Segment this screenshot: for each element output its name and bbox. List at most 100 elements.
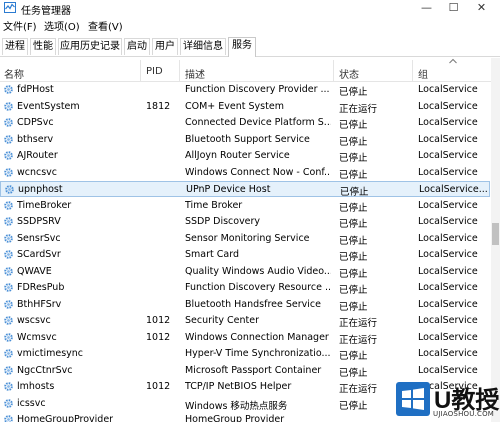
service-group: LocalService <box>418 315 478 326</box>
service-name: AJRouter <box>17 150 58 161</box>
service-name: HomeGroupProvider <box>17 414 114 422</box>
service-group: LocalService <box>418 84 478 95</box>
menu-bar: 文件(F) 选项(O) 查看(V) <box>0 17 500 33</box>
service-gear-icon <box>3 348 14 359</box>
service-gear-icon <box>3 84 14 95</box>
service-gear-icon <box>3 299 14 310</box>
service-name: SensrSvc <box>17 232 61 244</box>
service-status: 正在运行 <box>339 334 378 346</box>
tab-app-history[interactable]: 应用历史记录 <box>58 38 122 55</box>
service-name: Wcmsvc <box>17 331 57 343</box>
service-group: LocalService <box>418 166 478 178</box>
minimize-button[interactable]: — <box>413 0 440 16</box>
service-row[interactable]: NgcCtnrSvc Microsoft Passport Container 已停… <box>0 363 490 379</box>
column-divider[interactable] <box>179 60 180 81</box>
service-group: LocalService <box>418 298 478 310</box>
service-status: 已停止 <box>339 351 368 362</box>
tab-services[interactable]: 服务 <box>228 37 256 57</box>
service-pid: 1812 <box>146 100 171 112</box>
service-row[interactable]: SensrSvc Sensor Monitoring Service 已停止 Loca… <box>0 231 490 247</box>
service-gear-icon <box>3 398 14 409</box>
vertical-scrollbar[interactable] <box>491 58 500 422</box>
service-status: 已停止 <box>339 169 368 181</box>
service-row[interactable]: TimeBroker Time Broker 已停止 LocalService <box>0 198 490 214</box>
service-row[interactable]: AJRouter AllJoyn Router Service 已停止 LocalSe… <box>0 148 490 164</box>
service-name: TimeBroker <box>17 199 72 211</box>
service-group: LocalService <box>418 331 478 343</box>
service-status: 已停止 <box>339 87 368 98</box>
column-name[interactable]: 名称 <box>4 66 24 81</box>
service-row[interactable]: Wcmsvc 1012 Windows Connection Manager 正在运行… <box>0 330 490 346</box>
service-gear-icon <box>3 315 14 326</box>
service-status: 已停止 <box>339 285 368 296</box>
menu-view[interactable]: 查看(V) <box>88 18 123 33</box>
service-row[interactable]: fdPHost Function Discovery Provider ... 已停… <box>0 82 490 98</box>
service-row[interactable]: SSDPSRV SSDP Discovery 已停止 LocalService <box>0 214 490 230</box>
tab-details[interactable]: 详细信息 <box>180 38 226 55</box>
scrollbar-thumb[interactable] <box>492 223 499 245</box>
service-gear-icon <box>3 381 14 392</box>
service-group: LocalService <box>418 133 478 145</box>
tab-performance[interactable]: 性能 <box>30 38 56 55</box>
service-row[interactable]: wcncsvc Windows Connect Now - Conf... 已停止 L… <box>0 165 490 181</box>
watermark: U教授 UJIAOSHOU.COM <box>396 382 500 422</box>
service-name: wscsvc <box>17 315 51 326</box>
service-status: 已停止 <box>339 367 368 379</box>
service-group: LocalService <box>418 117 478 128</box>
service-row[interactable]: BthHFSrv Bluetooth Handsfree Service 已停止 Lo… <box>0 297 490 313</box>
service-group: LocalService... <box>419 184 488 195</box>
column-status[interactable]: 状态 <box>339 66 359 81</box>
service-status: 已停止 <box>339 202 368 214</box>
menu-options[interactable]: 选项(O) <box>44 18 80 33</box>
windows-logo-icon <box>402 388 424 410</box>
sort-up-icon <box>449 58 457 64</box>
watermark-url: UJIAOSHOU.COM <box>433 410 495 418</box>
service-group: LocalService <box>418 364 478 376</box>
task-manager-window: 任务管理器 — ☐ ✕ 文件(F) 选项(O) 查看(V) 进程 性能 应用历史… <box>0 0 500 422</box>
service-description: COM+ Event System <box>185 100 284 112</box>
service-row[interactable]: bthserv Bluetooth Support Service 已停止 Local… <box>0 132 490 148</box>
column-group[interactable]: 组 <box>418 66 428 81</box>
service-gear-icon <box>3 167 14 178</box>
service-row[interactable]: FDResPub Function Discovery Resource ... 已… <box>0 280 490 296</box>
service-name: vmictimesync <box>17 348 84 359</box>
service-status: 正在运行 <box>339 103 378 115</box>
column-description[interactable]: 描述 <box>185 66 205 81</box>
service-name: bthserv <box>17 133 54 145</box>
service-pid: 1012 <box>146 315 171 326</box>
service-group: LocalService <box>418 199 478 211</box>
service-row[interactable]: SCardSvr Smart Card 已停止 LocalService <box>0 247 490 263</box>
service-name: BthHFSrv <box>17 298 62 310</box>
service-name: NgcCtnrSvc <box>17 364 73 376</box>
service-description: Time Broker <box>185 199 243 211</box>
service-row[interactable]: wscsvc 1012 Security Center 正在运行 LocalServic… <box>0 313 490 329</box>
tab-startup[interactable]: 启动 <box>124 38 150 55</box>
service-description: Bluetooth Handsfree Service <box>185 298 321 310</box>
column-divider[interactable] <box>412 60 413 81</box>
service-row[interactable]: upnphost UPnP Device Host 已停止 LocalService.… <box>0 181 490 198</box>
menu-file[interactable]: 文件(F) <box>3 18 37 33</box>
column-divider[interactable] <box>333 60 334 81</box>
service-status: 已停止 <box>340 187 369 198</box>
service-row[interactable]: CDPSvc Connected Device Platform S... 已停止 L… <box>0 115 490 131</box>
service-description: TCP/IP NetBIOS Helper <box>185 381 292 392</box>
service-status: 已停止 <box>339 235 368 247</box>
service-group: LocalService <box>418 282 478 293</box>
service-description: Bluetooth Support Service <box>185 133 310 145</box>
service-description: AllJoyn Router Service <box>185 150 290 161</box>
tab-processes[interactable]: 进程 <box>2 38 28 55</box>
service-row[interactable]: QWAVE Quality Windows Audio Video... 已停止 Lo… <box>0 264 490 280</box>
service-name: upnphost <box>18 184 63 195</box>
service-gear-icon <box>4 184 15 195</box>
column-divider[interactable] <box>140 60 141 81</box>
service-row[interactable]: vmictimesync Hyper-V Time Synchronizatio.… <box>0 346 490 362</box>
window-title: 任务管理器 <box>21 6 71 17</box>
maximize-button[interactable]: ☐ <box>440 0 467 16</box>
service-row[interactable]: EventSystem 1812 COM+ Event System 正在运行 Loca… <box>0 99 490 115</box>
service-status: 已停止 <box>339 136 368 148</box>
tab-users[interactable]: 用户 <box>152 38 178 55</box>
column-pid[interactable]: PID <box>146 66 163 77</box>
close-button[interactable]: ✕ <box>468 0 495 16</box>
service-group: LocalService <box>418 348 478 359</box>
service-name: icssvc <box>17 397 46 409</box>
